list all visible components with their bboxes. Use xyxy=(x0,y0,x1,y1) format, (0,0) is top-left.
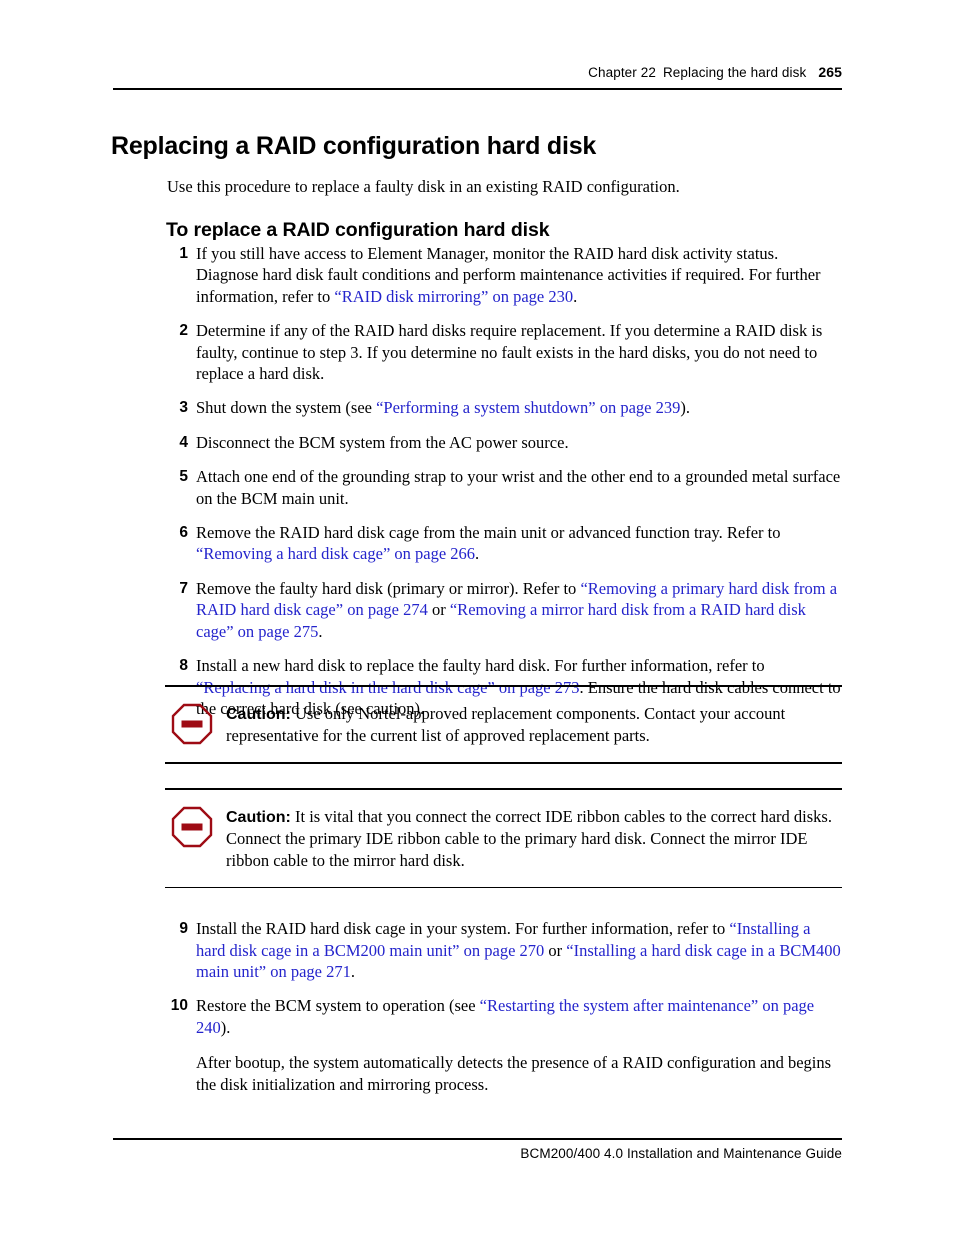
step-text: . xyxy=(475,544,480,564)
step-body: If you still have access to Element Mana… xyxy=(196,244,821,306)
cross-reference-link[interactable]: “Performing a system shutdown” on page 2… xyxy=(376,398,680,417)
procedure-step: 1 If you still have access to Element Man… xyxy=(0,243,954,307)
footer-divider xyxy=(113,1138,842,1140)
caution-text: Caution: Use only Nortel-approved replac… xyxy=(226,703,842,747)
step-text: or xyxy=(544,940,567,960)
procedure-step: 2 Determine if any of the RAID hard disks… xyxy=(0,320,954,384)
step-text: ). xyxy=(220,1017,231,1037)
step-text: Remove the faulty hard disk (primary or … xyxy=(196,578,581,598)
procedure-step-list-continued: 9 Install the RAID hard disk cage in your… xyxy=(0,918,954,1095)
section-heading: To replace a RAID configuration hard dis… xyxy=(166,219,550,242)
procedure-step: 3 Shut down the system (see “Performing a… xyxy=(0,397,954,418)
header-page-number: 265 xyxy=(818,64,842,80)
procedure-step-list: 1 If you still have access to Element Man… xyxy=(0,243,954,732)
page-header: Chapter 22 Replacing the hard disk 265 xyxy=(113,64,842,80)
header-chapter-title: Replacing the hard disk xyxy=(662,65,807,80)
procedure-step: 5 Attach one end of the grounding strap t… xyxy=(0,466,954,509)
caution-bottom-rule xyxy=(165,886,842,889)
caution-and-remaining-steps: Caution: Use only Nortel-approved replac… xyxy=(0,685,954,1108)
step-number: 2 xyxy=(179,322,188,340)
caution-label: Caution: xyxy=(226,809,291,826)
step-number: 4 xyxy=(179,433,188,451)
step-text: Remove the RAID hard disk cage from the … xyxy=(196,523,781,543)
step-number: 9 xyxy=(179,920,188,938)
cross-reference-link[interactable]: “RAID disk mirroring” on page 230 xyxy=(334,287,573,306)
page-title: Replacing a RAID configuration hard disk xyxy=(111,131,597,160)
step-text: . xyxy=(318,621,323,641)
step-number: 8 xyxy=(179,657,188,675)
procedure-step: 6 Remove the RAID hard disk cage from the… xyxy=(0,522,954,565)
procedure-step: 7 Remove the faulty hard disk (primary or… xyxy=(0,578,954,642)
caution-text: Caution: It is vital that you connect th… xyxy=(226,806,842,871)
step-text: or xyxy=(427,600,450,620)
step-text: Install a new hard disk to replace the f… xyxy=(196,656,765,676)
step-text: Install the RAID hard disk cage in your … xyxy=(196,919,730,939)
header-chapter: Chapter 22 xyxy=(588,65,656,80)
step-number: 10 xyxy=(170,997,188,1015)
cross-reference-link[interactable]: “Removing a hard disk cage” on page 266 xyxy=(196,544,475,563)
step-body: Disconnect the BCM system from the AC po… xyxy=(196,433,569,452)
step-body: Shut down the system (see “Performing a … xyxy=(196,398,690,417)
intro-paragraph: Use this procedure to replace a faulty d… xyxy=(167,176,680,196)
procedure-step: 10 Restore the BCM system to operation (s… xyxy=(0,995,954,1038)
caution-body-text: Use only Nortel-approved replacement com… xyxy=(226,704,786,746)
caution-content: Caution: It is vital that you connect th… xyxy=(0,788,954,888)
caution-bottom-rule xyxy=(165,762,842,764)
step-text: Shut down the system (see xyxy=(196,398,377,418)
step-number: 7 xyxy=(179,579,188,597)
step-text: Determine if any of the RAID hard disks … xyxy=(196,321,823,384)
step-body: Remove the faulty hard disk (primary or … xyxy=(196,579,837,641)
caution-body-text: It is vital that you connect the correct… xyxy=(226,807,832,870)
step-body: Attach one end of the grounding strap to… xyxy=(196,467,840,507)
document-page: Chapter 22 Replacing the hard disk 265 Rep… xyxy=(0,0,954,1235)
step-text: . xyxy=(573,286,578,306)
step-number: 6 xyxy=(179,524,188,542)
step-number: 1 xyxy=(179,245,188,262)
step-number: 5 xyxy=(179,468,188,486)
step-number: 3 xyxy=(179,399,188,417)
step-body: Restore the BCM system to operation (see… xyxy=(196,996,814,1036)
step-text: Restore the BCM system to operation (see xyxy=(196,996,480,1016)
step-text: Disconnect the BCM system from the AC po… xyxy=(196,432,569,452)
caution-box: Caution: Use only Nortel-approved replac… xyxy=(0,685,954,764)
step-body: Determine if any of the RAID hard disks … xyxy=(196,321,822,383)
procedure-step: 4 Disconnect the BCM system from the AC p… xyxy=(0,432,954,453)
caution-label: Caution: xyxy=(226,706,291,723)
step-text: Attach one end of the grounding strap to… xyxy=(196,467,841,508)
closing-paragraph: After bootup, the system automatically d… xyxy=(196,1053,832,1094)
step-body: Remove the RAID hard disk cage from the … xyxy=(196,523,781,563)
step-text: ). xyxy=(680,398,691,418)
step-text: . xyxy=(350,962,356,982)
caution-box: Caution: It is vital that you connect th… xyxy=(0,788,954,889)
procedure-step: 9 Install the RAID hard disk cage in your… xyxy=(0,918,954,982)
caution-content: Caution: Use only Nortel-approved replac… xyxy=(0,685,954,764)
header-divider xyxy=(113,88,842,90)
page-footer: BCM200/400 4.0 Installation and Maintena… xyxy=(520,1146,842,1161)
step-body: Install the RAID hard disk cage in your … xyxy=(196,919,841,981)
